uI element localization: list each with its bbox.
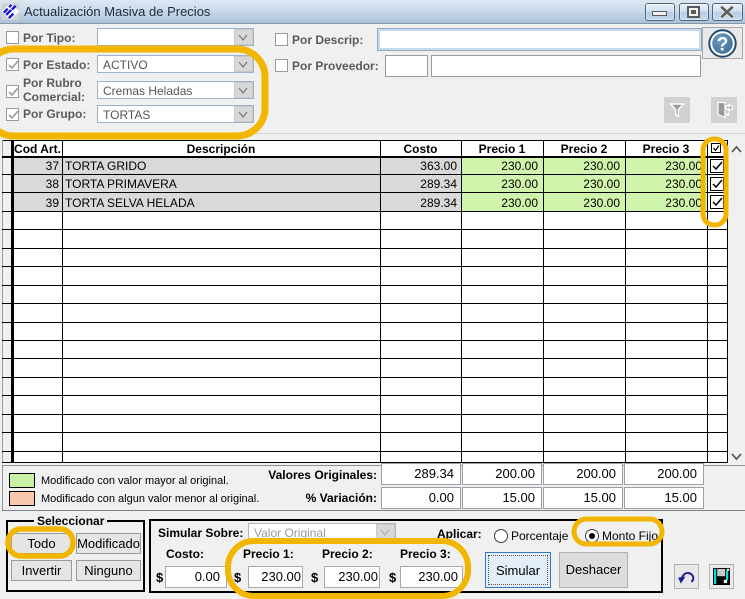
svg-text:?: ? bbox=[717, 35, 729, 56]
